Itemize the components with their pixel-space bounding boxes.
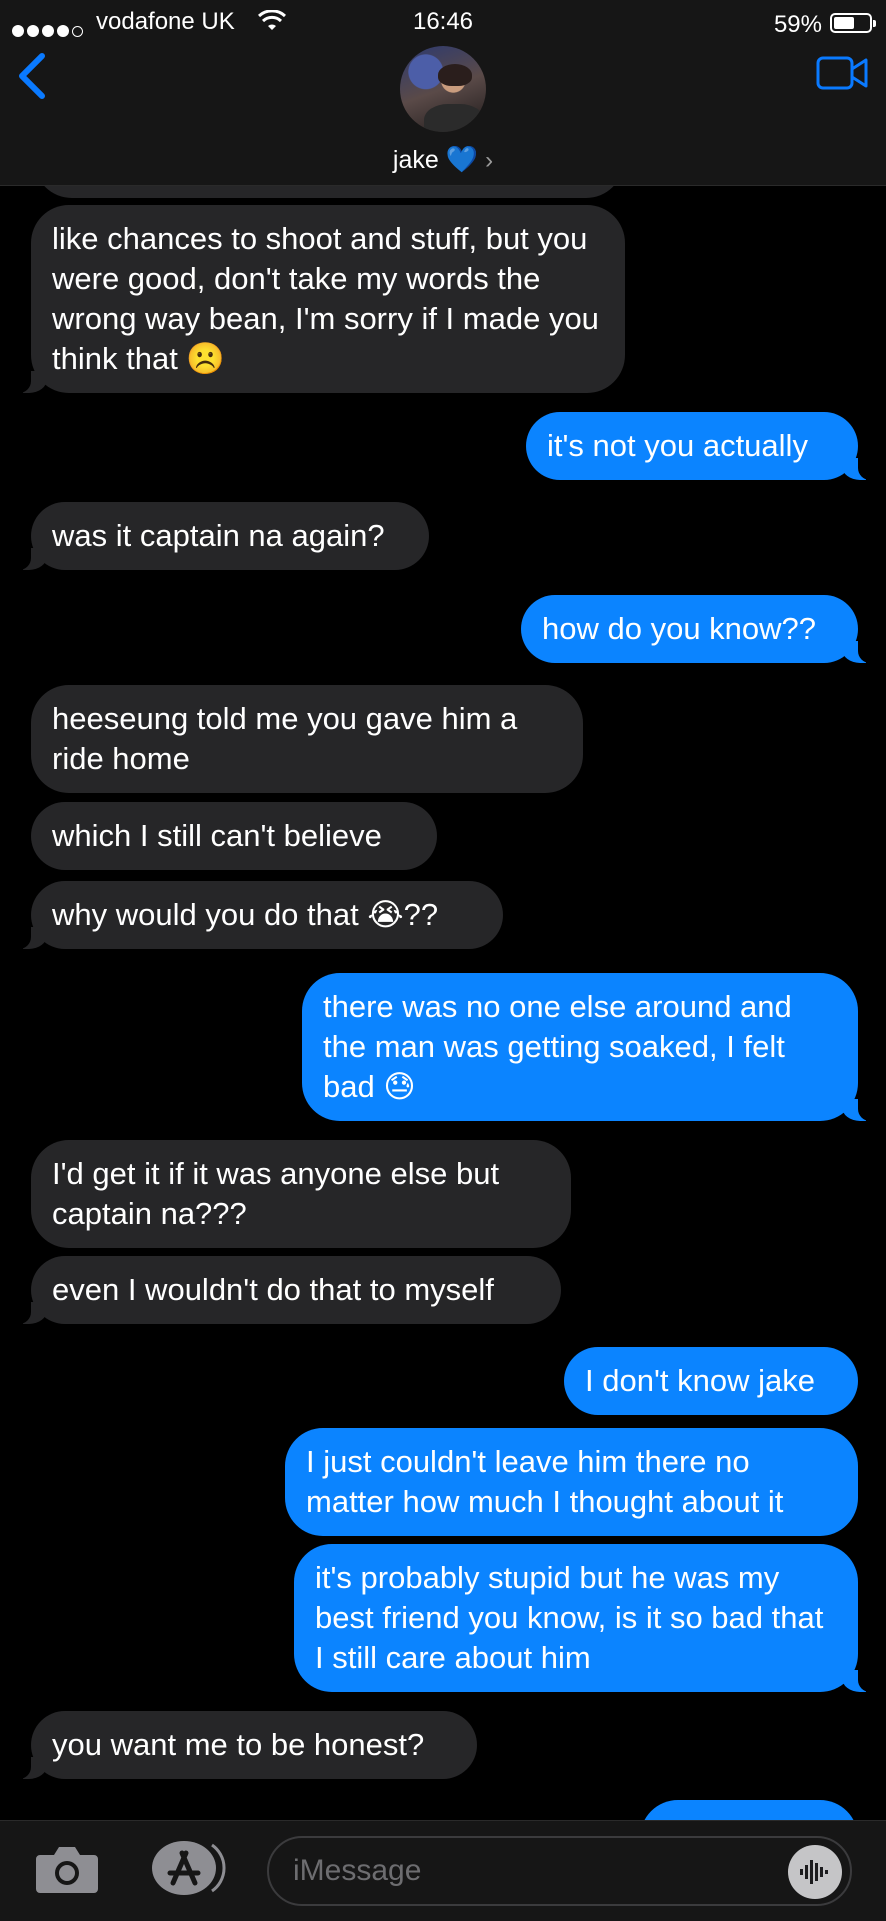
message-bubble-outgoing[interactable]: there was no one else around and the man… bbox=[302, 973, 880, 1121]
back-chevron-icon[interactable] bbox=[16, 52, 48, 105]
message-text: how do you know?? bbox=[542, 611, 817, 646]
contact-name: jake bbox=[392, 146, 439, 174]
audio-waveform-icon[interactable] bbox=[788, 1845, 842, 1899]
message-text: heeseung told me you gave him a ride hom… bbox=[52, 701, 518, 776]
message-bubble-incoming[interactable]: why would you do that 😭?? bbox=[9, 881, 503, 949]
message-bubble-incoming[interactable]: like chances to shoot and stuff, but you… bbox=[9, 205, 625, 393]
chevron-right-icon: › bbox=[485, 147, 494, 174]
message-bubble-incoming[interactable]: heeseung told me you gave him a ride hom… bbox=[31, 685, 583, 793]
status-time: 16:46 bbox=[412, 8, 474, 35]
battery-percentage: 59% bbox=[773, 11, 822, 38]
contact-avatar[interactable] bbox=[400, 46, 486, 132]
message-thread[interactable]: like chances to shoot and stuff, but you… bbox=[0, 0, 886, 1920]
message-bubble-outgoing[interactable]: I don't know jake bbox=[564, 1347, 858, 1415]
message-bubble-outgoing[interactable]: it's probably stupid but he was my best … bbox=[294, 1544, 880, 1692]
message-text: it's probably stupid but he was my best … bbox=[315, 1560, 824, 1675]
message-bubble-incoming[interactable]: I'd get it if it was anyone else but cap… bbox=[31, 1140, 571, 1248]
app-store-icon[interactable] bbox=[146, 1839, 226, 1897]
message-text: even I wouldn't do that to myself bbox=[52, 1272, 494, 1307]
message-bubble-incoming[interactable]: which I still can't believe bbox=[31, 802, 437, 870]
message-text: there was no one else around and the man… bbox=[323, 989, 792, 1104]
message-text: I just couldn't leave him there no matte… bbox=[306, 1444, 784, 1519]
conversation-header: vodafone UK 16:46 59% jake 💙 › bbox=[0, 0, 886, 186]
message-bubble-outgoing[interactable]: I just couldn't leave him there no matte… bbox=[285, 1428, 858, 1536]
message-text: I'd get it if it was anyone else but cap… bbox=[52, 1156, 500, 1231]
message-bubble-outgoing[interactable]: it's not you actually bbox=[526, 412, 880, 480]
message-text: which I still can't believe bbox=[52, 818, 382, 853]
message-text: you want me to be honest? bbox=[52, 1727, 425, 1762]
message-bubble-incoming[interactable]: was it captain na again? bbox=[9, 502, 429, 570]
contact-emoji: 💙 bbox=[445, 144, 479, 174]
message-input[interactable]: iMessage bbox=[267, 1836, 852, 1906]
facetime-video-icon[interactable] bbox=[816, 55, 868, 96]
contact-name-button[interactable]: jake 💙 › bbox=[0, 144, 886, 175]
message-text: like chances to shoot and stuff, but you… bbox=[52, 221, 599, 376]
message-text: why would you do that 😭?? bbox=[52, 897, 439, 932]
message-text: I don't know jake bbox=[585, 1363, 815, 1398]
message-input-placeholder: iMessage bbox=[293, 1854, 422, 1887]
message-bubble-outgoing[interactable]: how do you know?? bbox=[521, 595, 880, 663]
input-bar: iMessage bbox=[0, 1820, 886, 1921]
battery-icon bbox=[830, 13, 876, 33]
message-bubble-incoming[interactable]: you want me to be honest? bbox=[9, 1711, 477, 1779]
message-bubble-incoming[interactable]: even I wouldn't do that to myself bbox=[9, 1256, 561, 1324]
camera-icon[interactable] bbox=[34, 1843, 100, 1895]
status-bar: vodafone UK 16:46 59% bbox=[0, 8, 886, 38]
message-text: it's not you actually bbox=[547, 428, 808, 463]
message-text: was it captain na again? bbox=[52, 518, 385, 553]
